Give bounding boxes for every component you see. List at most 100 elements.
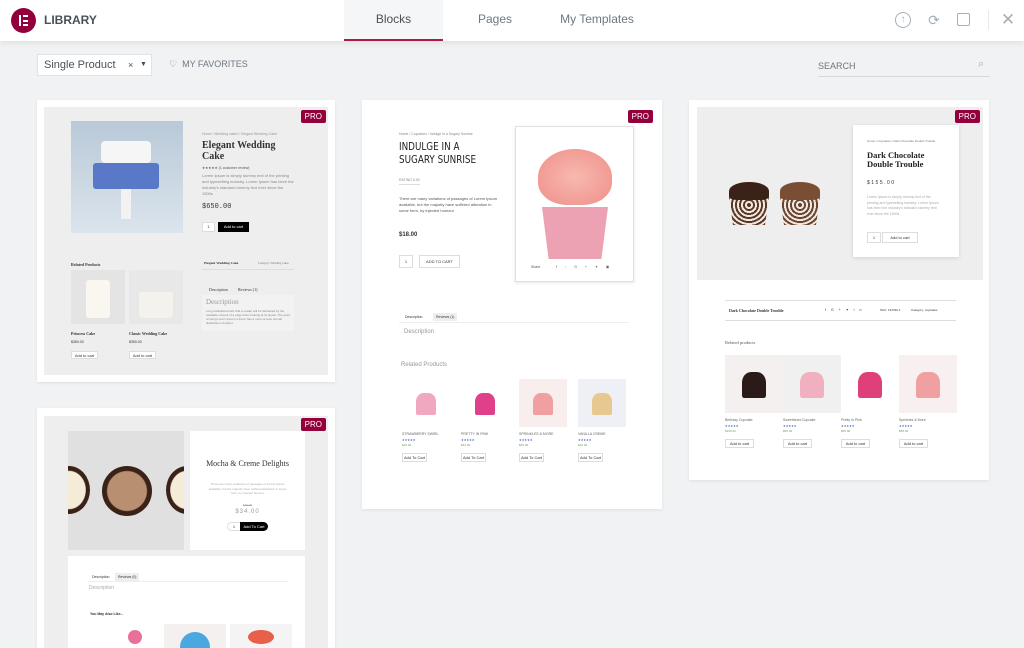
add-to-cart: Add To Cart xyxy=(240,522,268,531)
product-image xyxy=(68,431,184,550)
product-description: There are many variations of passages of… xyxy=(399,196,498,213)
related-product-name: VANILLA CREME xyxy=(578,432,606,436)
related-product-image xyxy=(725,355,783,413)
favorites-label: MY FAVORITES xyxy=(182,59,248,69)
tab-blocks[interactable]: Blocks xyxy=(344,0,443,41)
related-product-name: Sweetheart Cupcake xyxy=(783,418,816,422)
add-to-cart: Add to cart xyxy=(882,232,918,243)
tab-my-templates[interactable]: My Templates xyxy=(550,0,644,41)
sku: SKU: 134790-1 xyxy=(880,308,901,312)
related-product-name: STRAWBERRY SWIRL xyxy=(402,432,439,436)
related-product-price: $350.00 xyxy=(71,340,84,344)
rating-stars: ★★★★★ xyxy=(725,424,739,428)
close-icon[interactable]: ✕ xyxy=(1000,11,1016,28)
rating-stars: ★★★★★ xyxy=(841,424,855,428)
product-title: INDULGE IN A SUGARY SUNRISE xyxy=(399,140,477,166)
related-product-price: $25.00 xyxy=(519,443,529,447)
related-product-name: SPRINKLES & MORE xyxy=(519,432,554,436)
save-icon[interactable] xyxy=(957,13,970,26)
related-product-price: $350.00 xyxy=(129,340,142,344)
header-title: LIBRARY xyxy=(44,13,97,27)
filter-value: Single Product xyxy=(44,59,116,71)
header-divider xyxy=(988,10,989,30)
related-add-to-cart: Add to cart xyxy=(783,439,812,448)
rating-stars: ★★★★★ xyxy=(899,424,913,428)
product-title: Elegant Wedding Cake xyxy=(202,140,276,162)
related-add-to-cart: Add to cart xyxy=(899,439,928,448)
heart-icon: ♡ xyxy=(169,59,178,69)
pro-badge: PRO xyxy=(627,110,653,123)
related-product-price: $156.00 xyxy=(725,429,736,433)
description-tab: Description xyxy=(92,575,110,579)
tab-pages[interactable]: Pages xyxy=(450,0,540,41)
related-add-to-cart: Add to cart xyxy=(725,439,754,448)
share-label: Share xyxy=(531,265,541,269)
related-product-name: Classic Wedding Cake xyxy=(129,331,168,336)
related-product-price: $55.00 xyxy=(783,429,793,433)
related-product-image xyxy=(841,355,899,413)
template-card-elegant-wedding-cake[interactable]: PRO Home / Wedding cakes / Elegant Weddi… xyxy=(37,100,335,382)
related-heading: You May Also Like... xyxy=(90,612,124,616)
product-title: Mocha & Creme Delights xyxy=(206,459,289,468)
rating-stars: ★★★★★ xyxy=(783,424,797,428)
related-product-price: $55.00 xyxy=(899,429,909,433)
related-add-to-cart: Add to cart xyxy=(129,351,156,359)
product-description: There are many variations of passages of… xyxy=(208,482,287,495)
product-hero: Home / Cupcakes / Dark Chocolate Double … xyxy=(697,107,983,280)
description-heading: Description xyxy=(206,298,239,306)
product-price: $650.00 xyxy=(202,203,232,211)
my-favorites-filter[interactable]: ♡ MY FAVORITES xyxy=(169,59,248,70)
rating-stars: ★★★★★ xyxy=(461,438,475,442)
add-to-cart: ADD TO CART xyxy=(419,255,460,268)
rating-stars: ★★★★★ xyxy=(519,438,533,442)
related-product-name: PRETTY IN PINK xyxy=(461,432,489,436)
chevron-down-icon: ▼ xyxy=(140,61,147,68)
template-card-dark-chocolate-double-trouble[interactable]: PRO Home / Cupcakes / Dark Chocolate Dou… xyxy=(689,100,989,480)
reviews-tab: Reviews (1) xyxy=(433,313,458,321)
product-price: $18.00 xyxy=(399,232,418,238)
pro-badge: PRO xyxy=(954,110,980,123)
related-product-name: Sprinkles & More xyxy=(899,418,926,422)
related-product-name: Princess Cake xyxy=(71,331,96,336)
template-preview: Mocha & Creme Delights There are many va… xyxy=(44,416,328,648)
related-heading: Related products xyxy=(725,340,756,345)
related-product-image xyxy=(519,379,567,427)
related-heading: Related Products xyxy=(71,262,101,267)
description-tab: Description xyxy=(209,287,228,292)
meta-title: Elegant Wedding Cake xyxy=(204,261,239,265)
product-image: Share f◦G+✦▣ xyxy=(515,126,634,282)
related-product-name: Pretty In Pink xyxy=(841,418,862,422)
search-input[interactable] xyxy=(818,55,990,77)
related-product-price: $19.00 xyxy=(578,443,588,447)
qty-input: 1 xyxy=(867,232,881,243)
rating: RATING 5.00 xyxy=(399,178,420,185)
product-title: Dark Chocolate Double Trouble xyxy=(867,150,925,169)
clear-filter-icon[interactable]: × xyxy=(128,55,133,75)
related-add-to-cart: Add To Cart xyxy=(461,453,486,462)
rating-stars: ★★★★★ xyxy=(402,438,416,442)
related-add-to-cart: Add To Cart xyxy=(578,453,603,462)
template-card-indulge-sugary-sunrise[interactable]: PRO Home / Cupcakes / Indulge in a Sugar… xyxy=(362,100,662,509)
upload-icon[interactable]: ↑ xyxy=(895,12,911,28)
qty-input: 1 xyxy=(399,255,413,268)
pro-badge: PRO xyxy=(300,110,326,123)
meta-category: Category: cupcakes xyxy=(911,308,938,312)
related-product-name: Birthday Cupcake xyxy=(725,418,753,422)
related-heading: Related Products xyxy=(401,362,448,368)
related-product-price: $32.00 xyxy=(461,443,471,447)
related-product-image xyxy=(899,355,957,413)
related-product-image xyxy=(402,379,450,427)
template-card-mocha-creme-delights[interactable]: PRO Mocha & Creme Delights There are man… xyxy=(37,408,335,648)
category-filter-select[interactable]: Single Product × ▼ xyxy=(37,54,152,76)
pro-badge: PRO xyxy=(300,418,326,431)
product-image xyxy=(71,121,183,233)
product-description: Lorem Ipsum is simply dummy text of the … xyxy=(867,195,939,216)
elementor-logo-icon xyxy=(11,8,36,33)
description-tab: Description xyxy=(405,315,423,319)
related-product-image xyxy=(783,355,841,413)
social-icons: f◦G+✦▣ xyxy=(556,265,618,269)
sync-icon[interactable]: ⟳ xyxy=(926,12,942,28)
related-add-to-cart: Add to cart xyxy=(71,351,98,359)
description-heading: Description xyxy=(404,329,435,335)
product-description: Lorem Ipsum is simply dummy text of the … xyxy=(202,173,294,196)
